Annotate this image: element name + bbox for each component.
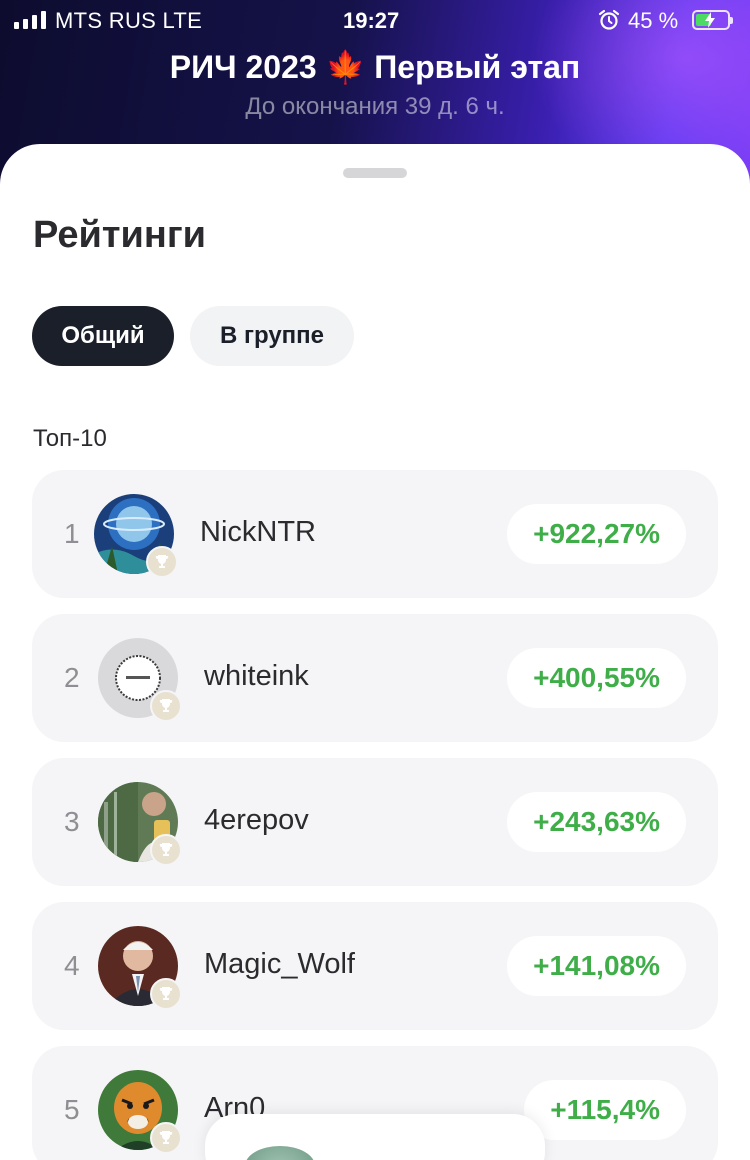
signal-bars-icon	[14, 11, 46, 29]
avatar	[245, 1146, 315, 1160]
rank-number: 1	[64, 518, 80, 549]
ratings-heading: Рейтинги	[33, 214, 207, 256]
section-label: Топ-10	[33, 425, 107, 452]
battery-percentage: 45 %	[628, 8, 679, 33]
username: whiteink	[204, 660, 309, 692]
rank-number: 3	[64, 806, 80, 837]
current-user-floating-card[interactable]	[205, 1114, 545, 1160]
countdown-subtitle: До окончания 39 д. 6 ч.	[245, 93, 505, 120]
return-badge: +400,55%	[507, 648, 686, 708]
return-badge: +243,63%	[507, 792, 686, 852]
status-bar: MTS RUS LTE 19:27 45 %	[0, 0, 750, 42]
trophy-icon	[150, 1122, 182, 1154]
battery-charging-icon	[692, 10, 733, 30]
list-item[interactable]: 3 4erepov +243,63%	[32, 758, 718, 886]
status-time: 19:27	[343, 8, 400, 33]
page-title: РИЧ 2023 🍁 Первый этап	[169, 49, 581, 85]
trophy-icon	[146, 546, 178, 578]
list-item[interactable]: 4 Magic_Wolf +141,08%	[32, 902, 718, 1030]
alarm-clock-icon	[598, 9, 620, 30]
trophy-icon	[150, 978, 182, 1010]
tab-overall[interactable]: Общий	[32, 306, 174, 366]
return-badge: +922,27%	[507, 504, 686, 564]
list-item[interactable]: 2 whiteink +400,55%	[32, 614, 718, 742]
tab-in-group[interactable]: В группе	[190, 306, 354, 366]
return-badge: +115,4%	[524, 1080, 686, 1140]
sheet-grabber[interactable]	[343, 168, 407, 178]
rank-number: 2	[64, 662, 80, 693]
trophy-icon	[150, 690, 182, 722]
username: NickNTR	[200, 516, 316, 548]
carrier-label: MTS RUS LTE	[55, 8, 203, 33]
rank-number: 5	[64, 1094, 80, 1125]
username: Magic_Wolf	[204, 948, 355, 980]
username: 4erepov	[204, 804, 309, 836]
return-badge: +141,08%	[507, 936, 686, 996]
rank-number: 4	[64, 950, 80, 981]
list-item[interactable]: 1 NickNTR +922,27%	[32, 470, 718, 598]
trophy-icon	[150, 834, 182, 866]
